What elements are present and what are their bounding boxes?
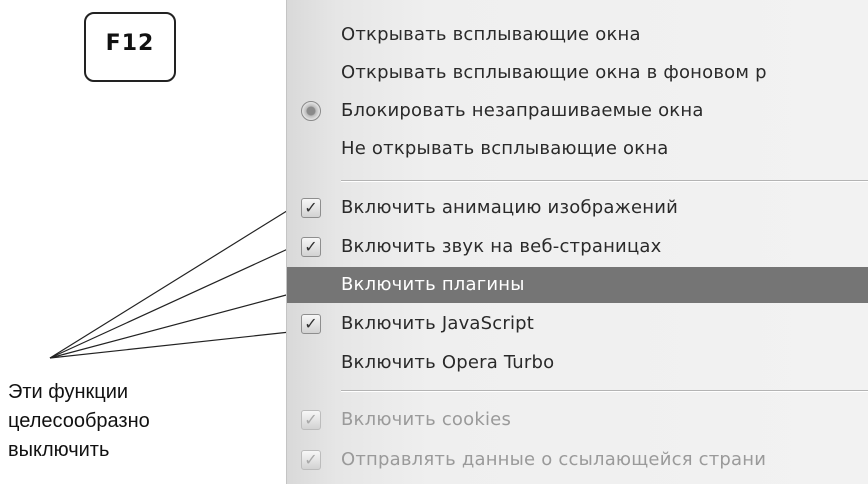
menu-item-label: Отправлять данные о ссылающейся страни [341, 449, 767, 470]
menu-item-label: Включить анимацию изображений [341, 197, 679, 218]
menu-item-open-popups[interactable]: Открывать всплывающие окна [287, 17, 868, 53]
menu-item-send-referrer: ✓ Отправлять данные о ссылающейся страни [287, 442, 868, 478]
note-line: целесообразно [8, 410, 150, 432]
menu-item-label: Открывать всплывающие окна [341, 24, 641, 45]
checkbox-checked-icon: ✓ [301, 450, 321, 470]
menu-item-label: Включить плагины [341, 274, 525, 295]
menu-item-enable-opera-turbo[interactable]: Включить Opera Turbo [287, 345, 868, 381]
checkbox-checked-icon: ✓ [301, 314, 321, 334]
menu-item-block-unrequested-popups[interactable]: Блокировать незапрашиваемые окна [287, 93, 868, 129]
menu-item-label: Включить JavaScript [341, 313, 535, 334]
menu-separator [341, 180, 868, 182]
menu-item-enable-plugins[interactable]: Включить плагины [287, 267, 868, 303]
menu-item-open-popups-background[interactable]: Открывать всплывающие окна в фоновом р [287, 55, 868, 91]
checkbox-checked-icon: ✓ [301, 198, 321, 218]
menu-item-enable-javascript[interactable]: ✓ Включить JavaScript [287, 306, 868, 342]
menu-item-label: Открывать всплывающие окна в фоновом р [341, 62, 767, 83]
menu-item-label: Включить cookies [341, 409, 512, 430]
menu-item-label: Не открывать всплывающие окна [341, 138, 669, 159]
menu-item-enable-sound[interactable]: ✓ Включить звук на веб-страницах [287, 229, 868, 265]
radio-selected-icon [301, 101, 321, 121]
menu-item-label: Включить звук на веб-страницах [341, 236, 662, 257]
checkbox-checked-icon: ✓ [301, 237, 321, 257]
note-line: Эти функции [8, 381, 129, 403]
quick-preferences-menu: Открывать всплывающие окна Открывать всп… [286, 0, 868, 484]
annotation-note: Эти функции целесообразно выключить [8, 378, 248, 465]
menu-item-enable-animation[interactable]: ✓ Включить анимацию изображений [287, 190, 868, 226]
checkbox-checked-icon: ✓ [301, 410, 321, 430]
menu-item-no-popups[interactable]: Не открывать всплывающие окна [287, 131, 868, 167]
menu-item-label: Блокировать незапрашиваемые окна [341, 100, 704, 121]
menu-item-enable-cookies: ✓ Включить cookies [287, 402, 868, 438]
menu-separator [341, 390, 868, 392]
menu-item-label: Включить Opera Turbo [341, 352, 555, 373]
note-line: выключить [8, 439, 110, 461]
